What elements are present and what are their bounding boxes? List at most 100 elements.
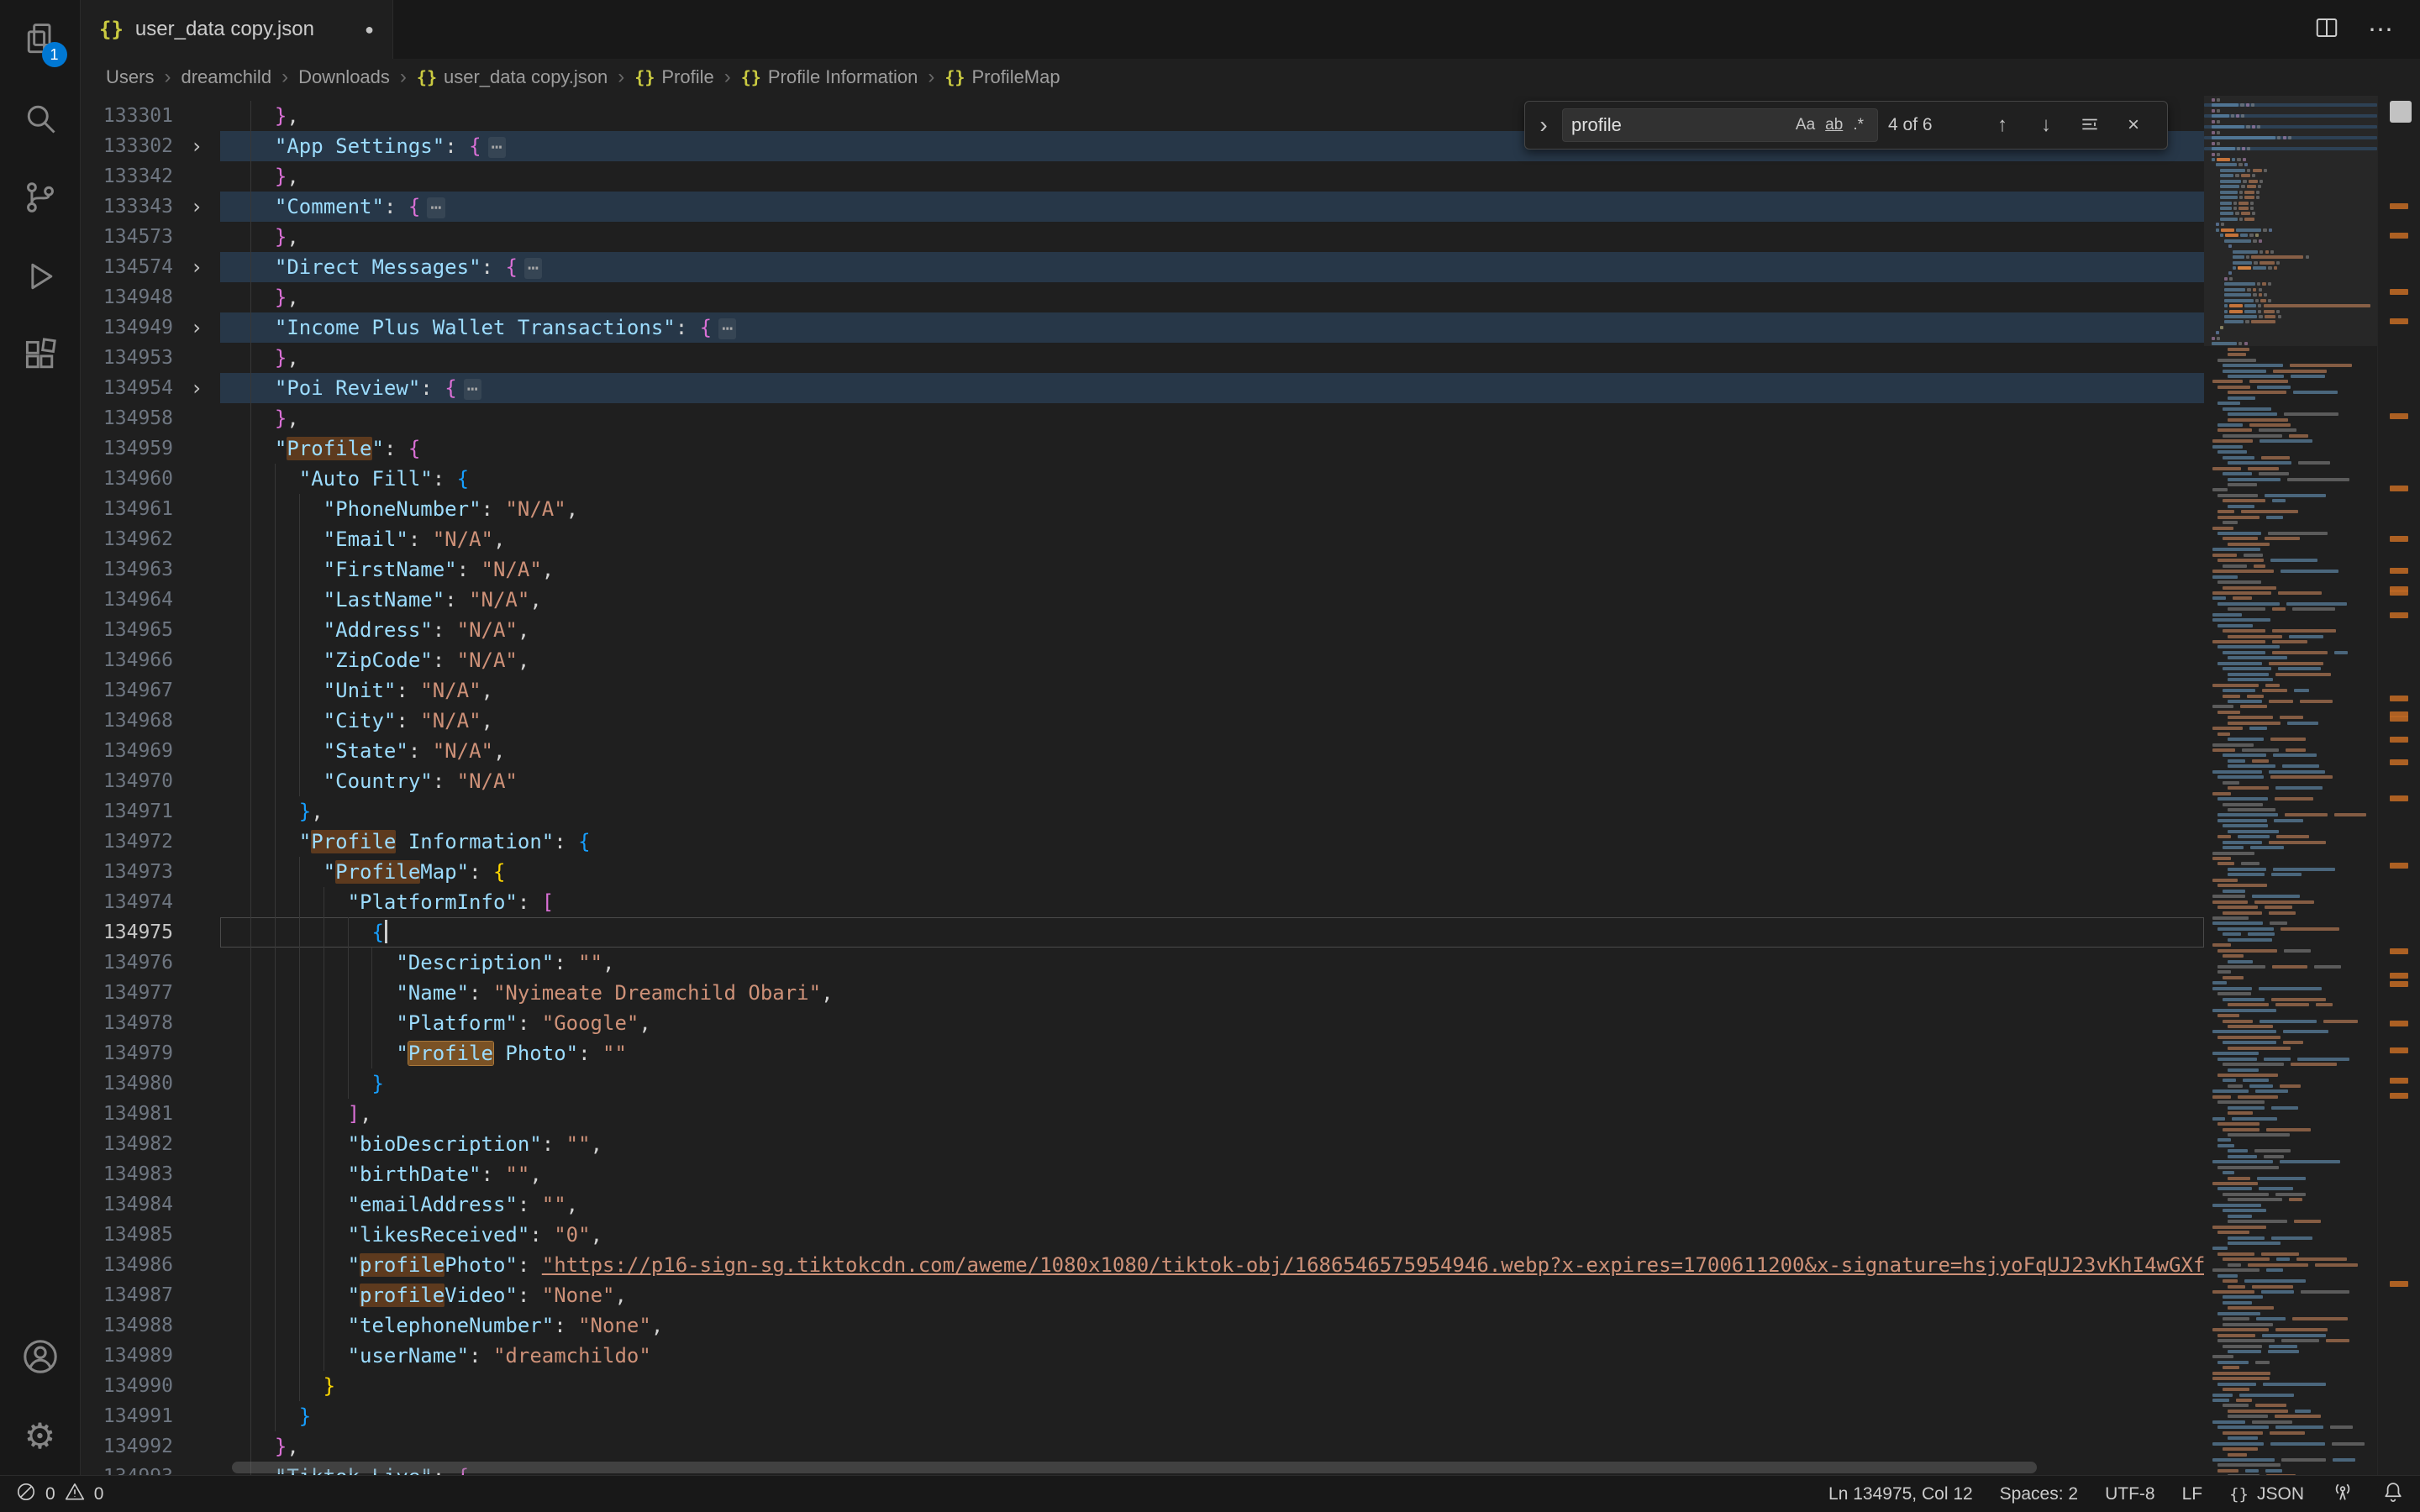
code-line[interactable]: 134953}, xyxy=(81,343,2204,373)
code-line[interactable]: 134970"Country": "N/A" xyxy=(81,766,2204,796)
whole-word-toggle[interactable]: ab xyxy=(1820,115,1848,135)
code-line[interactable]: 134986"profilePhoto": "https://p16-sign-… xyxy=(81,1250,2204,1280)
code-line[interactable]: 134990} xyxy=(81,1371,2204,1401)
code-line[interactable]: 134985"likesReceived": "0", xyxy=(81,1220,2204,1250)
code-line[interactable]: 134574›"Direct Messages": {⋯ xyxy=(81,252,2204,282)
breadcrumb-item[interactable]: {}Profile Information xyxy=(741,66,918,88)
code-line[interactable]: 134974"PlatformInfo": [ xyxy=(81,887,2204,917)
overview-ruler[interactable] xyxy=(2377,96,2420,1475)
breadcrumb-item[interactable]: {}user_data copy.json xyxy=(417,66,608,88)
code-line[interactable]: 134987"profileVideo": "None", xyxy=(81,1280,2204,1310)
find-in-selection-button[interactable] xyxy=(2073,108,2107,142)
code-line[interactable]: 134983"birthDate": "", xyxy=(81,1159,2204,1189)
code-line[interactable]: 134966"ZipCode": "N/A", xyxy=(81,645,2204,675)
run-debug-icon[interactable] xyxy=(0,237,81,316)
code-line[interactable]: 134962"Email": "N/A", xyxy=(81,524,2204,554)
code-line[interactable]: 134984"emailAddress": "", xyxy=(81,1189,2204,1220)
code-line[interactable]: 134978"Platform": "Google", xyxy=(81,1008,2204,1038)
fold-chevron-icon[interactable]: › xyxy=(173,252,220,282)
code-line[interactable]: 134949›"Income Plus Wallet Transactions"… xyxy=(81,312,2204,343)
line-number: 134985 xyxy=(81,1220,173,1250)
next-match-button[interactable]: ↓ xyxy=(2029,108,2063,142)
code-line[interactable]: 134573}, xyxy=(81,222,2204,252)
encoding-indicator[interactable]: UTF-8 xyxy=(2105,1484,2155,1504)
indentation-indicator[interactable]: Spaces: 2 xyxy=(2000,1484,2078,1504)
code-line[interactable]: 134981], xyxy=(81,1099,2204,1129)
code-line[interactable]: 134961"PhoneNumber": "N/A", xyxy=(81,494,2204,524)
split-editor-icon[interactable] xyxy=(2314,15,2339,45)
tab-user-data-copy-json[interactable]: {} user_data copy.json ● xyxy=(81,0,393,59)
notifications-bell-icon[interactable] xyxy=(2381,1480,2405,1509)
cursor-position-indicator[interactable]: Ln 134975, Col 12 xyxy=(1828,1484,1973,1504)
fold-chevron-icon[interactable]: › xyxy=(173,312,220,343)
code-line[interactable]: 134964"LastName": "N/A", xyxy=(81,585,2204,615)
fold-chevron-icon[interactable]: › xyxy=(173,131,220,161)
close-find-button[interactable]: × xyxy=(2117,108,2150,142)
code-line[interactable]: 134959"Profile": { xyxy=(81,433,2204,464)
code-line[interactable]: 134972"Profile Information": { xyxy=(81,827,2204,857)
horizontal-scrollbar[interactable] xyxy=(232,1462,2037,1473)
status-bar: 0 0 Ln 134975, Col 12 Spaces: 2 UTF-8 LF… xyxy=(0,1475,2420,1512)
code-line[interactable]: 134954›"Poi Review": {⋯ xyxy=(81,373,2204,403)
code-line[interactable]: 134969"State": "N/A", xyxy=(81,736,2204,766)
code-line[interactable]: 134976"Description": "", xyxy=(81,948,2204,978)
code-line[interactable]: 134991} xyxy=(81,1401,2204,1431)
settings-gear-icon[interactable]: ⚙ xyxy=(0,1396,81,1475)
code-line[interactable]: 134980} xyxy=(81,1068,2204,1099)
code-line[interactable]: 134992}, xyxy=(81,1431,2204,1462)
explorer-icon[interactable]: 1 xyxy=(0,0,81,79)
error-icon xyxy=(15,1481,37,1508)
search-icon[interactable] xyxy=(0,79,81,158)
toggle-replace-chevron-icon[interactable]: › xyxy=(1535,112,1552,139)
minimap-slider[interactable] xyxy=(2204,96,2377,346)
fold-chevron-icon[interactable]: › xyxy=(173,373,220,403)
regex-toggle[interactable]: .* xyxy=(1848,115,1869,135)
code-line[interactable]: 134977"Name": "Nyimeate Dreamchild Obari… xyxy=(81,978,2204,1008)
line-number: 134983 xyxy=(81,1159,173,1189)
code-line[interactable]: 134988"telephoneNumber": "None", xyxy=(81,1310,2204,1341)
code-line[interactable]: 134971}, xyxy=(81,796,2204,827)
breadcrumb-item[interactable]: Downloads xyxy=(298,66,390,88)
code-line[interactable]: 134967"Unit": "N/A", xyxy=(81,675,2204,706)
code-line[interactable]: 134973"ProfileMap": { xyxy=(81,857,2204,887)
more-actions-icon[interactable]: ⋯ xyxy=(2368,15,2395,45)
code-line[interactable]: 134989"userName": "dreamchildo" xyxy=(81,1341,2204,1371)
line-content: "LastName": "N/A", xyxy=(220,585,2204,615)
extensions-icon[interactable] xyxy=(0,316,81,395)
eol-indicator[interactable]: LF xyxy=(2182,1484,2203,1504)
fold-chevron-icon[interactable]: › xyxy=(173,192,220,222)
code-line[interactable]: 134960"Auto Fill": { xyxy=(81,464,2204,494)
remote-broadcast-icon[interactable] xyxy=(2331,1480,2354,1509)
code-line[interactable]: 134958}, xyxy=(81,403,2204,433)
line-content: }, xyxy=(220,161,2204,192)
find-input[interactable]: profile Aa ab .* xyxy=(1562,108,1878,142)
breadcrumb-item[interactable]: {}ProfileMap xyxy=(944,66,1060,88)
previous-match-button[interactable]: ↑ xyxy=(1986,108,2019,142)
ruler-match-mark xyxy=(2390,696,2408,701)
breadcrumb-item[interactable]: {}Profile xyxy=(634,66,713,88)
code-line[interactable]: 134963"FirstName": "N/A", xyxy=(81,554,2204,585)
code-line[interactable]: 134965"Address": "N/A", xyxy=(81,615,2204,645)
language-mode-indicator[interactable]: {} JSON xyxy=(2229,1484,2304,1504)
line-content: "City": "N/A", xyxy=(220,706,2204,736)
code-line[interactable]: 134982"bioDescription": "", xyxy=(81,1129,2204,1159)
source-control-icon[interactable] xyxy=(0,158,81,237)
code-line[interactable]: 133342}, xyxy=(81,161,2204,192)
line-number: 134949 xyxy=(81,312,173,343)
code-area[interactable]: 133301},133302›"App Settings": {⋯133342}… xyxy=(81,96,2204,1475)
ruler-match-mark xyxy=(2390,536,2408,542)
line-number: 134980 xyxy=(81,1068,173,1099)
code-line[interactable]: 134979"Profile Photo": "" xyxy=(81,1038,2204,1068)
code-line[interactable]: 134948}, xyxy=(81,282,2204,312)
breadcrumb-item[interactable]: dreamchild xyxy=(181,66,271,88)
problems-indicator[interactable]: 0 0 xyxy=(15,1481,103,1508)
match-case-toggle[interactable]: Aa xyxy=(1791,115,1820,135)
modified-dot-icon[interactable]: ● xyxy=(365,21,374,39)
minimap[interactable] xyxy=(2204,96,2377,1475)
line-content: "emailAddress": "", xyxy=(220,1189,2204,1220)
breadcrumb-item[interactable]: Users xyxy=(106,66,154,88)
code-line[interactable]: 134975{ xyxy=(81,917,2204,948)
code-line[interactable]: 134968"City": "N/A", xyxy=(81,706,2204,736)
account-icon[interactable] xyxy=(0,1317,81,1396)
code-line[interactable]: 133343›"Comment": {⋯ xyxy=(81,192,2204,222)
